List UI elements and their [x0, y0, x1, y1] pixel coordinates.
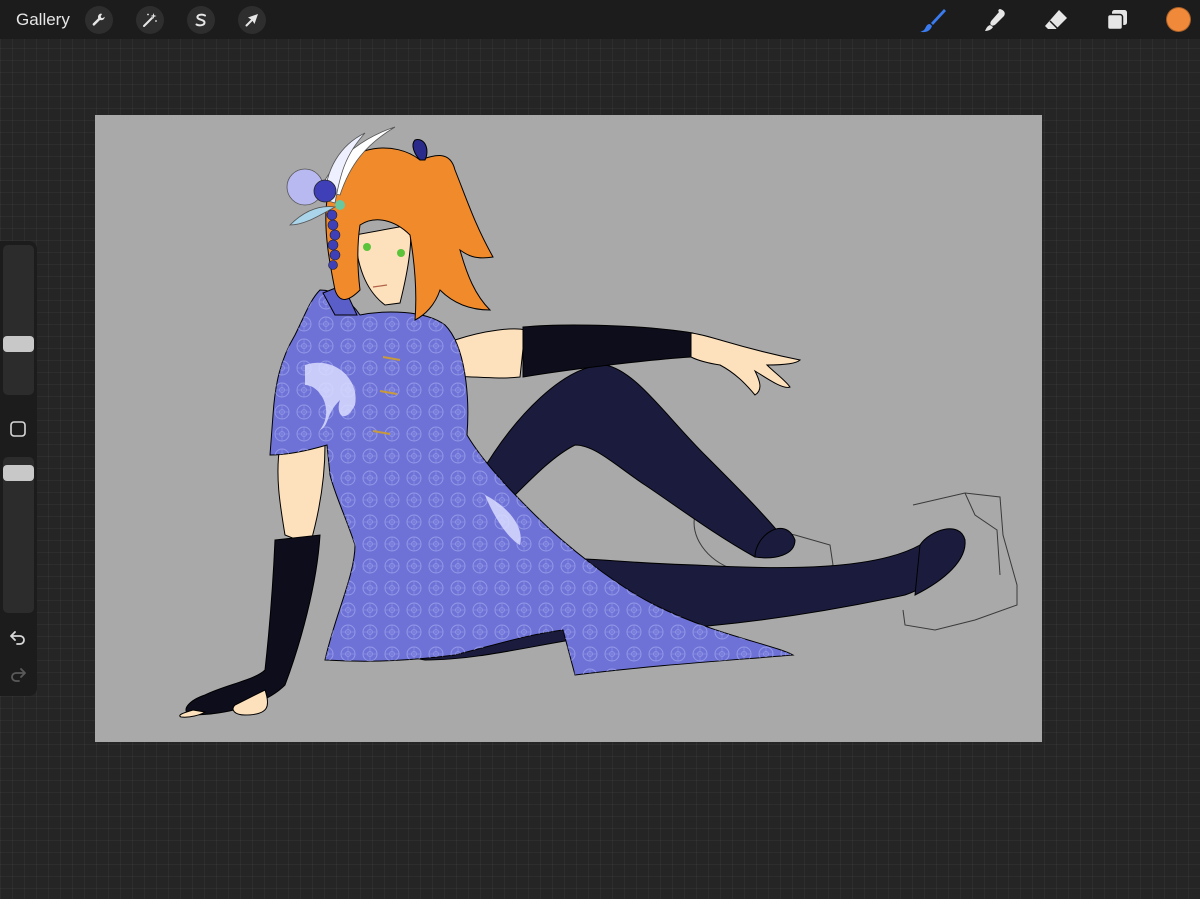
smudge-icon [985, 9, 1005, 31]
wrench-icon [92, 13, 105, 26]
brush-size-slider[interactable] [3, 245, 34, 395]
right-eye [397, 249, 405, 257]
smudge-tool-button[interactable] [980, 5, 1010, 35]
redo-icon [11, 668, 26, 682]
layers-icon [1106, 10, 1127, 31]
brush-icon [920, 9, 946, 33]
actions-button[interactable] [85, 6, 113, 34]
redo-button[interactable] [6, 662, 30, 686]
left-glove [185, 534, 321, 716]
top-toolbar: Gallery [0, 0, 1200, 39]
opacity-slider-thumb[interactable] [3, 465, 34, 482]
modify-button[interactable] [6, 417, 30, 441]
square-modify-icon [10, 421, 26, 437]
undo-icon [10, 631, 25, 645]
undo-button[interactable] [6, 625, 30, 649]
hair [325, 147, 494, 321]
brush-size-slider-thumb[interactable] [3, 336, 34, 353]
layers-button[interactable] [1102, 5, 1132, 35]
illustration-artwork [179, 126, 1018, 718]
drawing-canvas[interactable] [95, 115, 1042, 742]
brush-tool-button[interactable] [918, 5, 948, 35]
eraser-tool-button[interactable] [1041, 5, 1071, 35]
magic-wand-icon [143, 13, 157, 27]
selection-s-icon [195, 13, 206, 27]
adjustments-button[interactable] [136, 6, 164, 34]
left-sidebar [0, 241, 37, 696]
color-picker-button[interactable] [1166, 7, 1191, 32]
arrow-cursor-icon [245, 14, 258, 27]
eraser-icon [1045, 10, 1067, 30]
selection-button[interactable] [187, 6, 215, 34]
gallery-button[interactable]: Gallery [16, 10, 70, 30]
face [354, 224, 412, 306]
left-eye [363, 243, 371, 251]
transform-button[interactable] [238, 6, 266, 34]
supporting-arm [277, 444, 326, 546]
right-hand [690, 332, 802, 396]
